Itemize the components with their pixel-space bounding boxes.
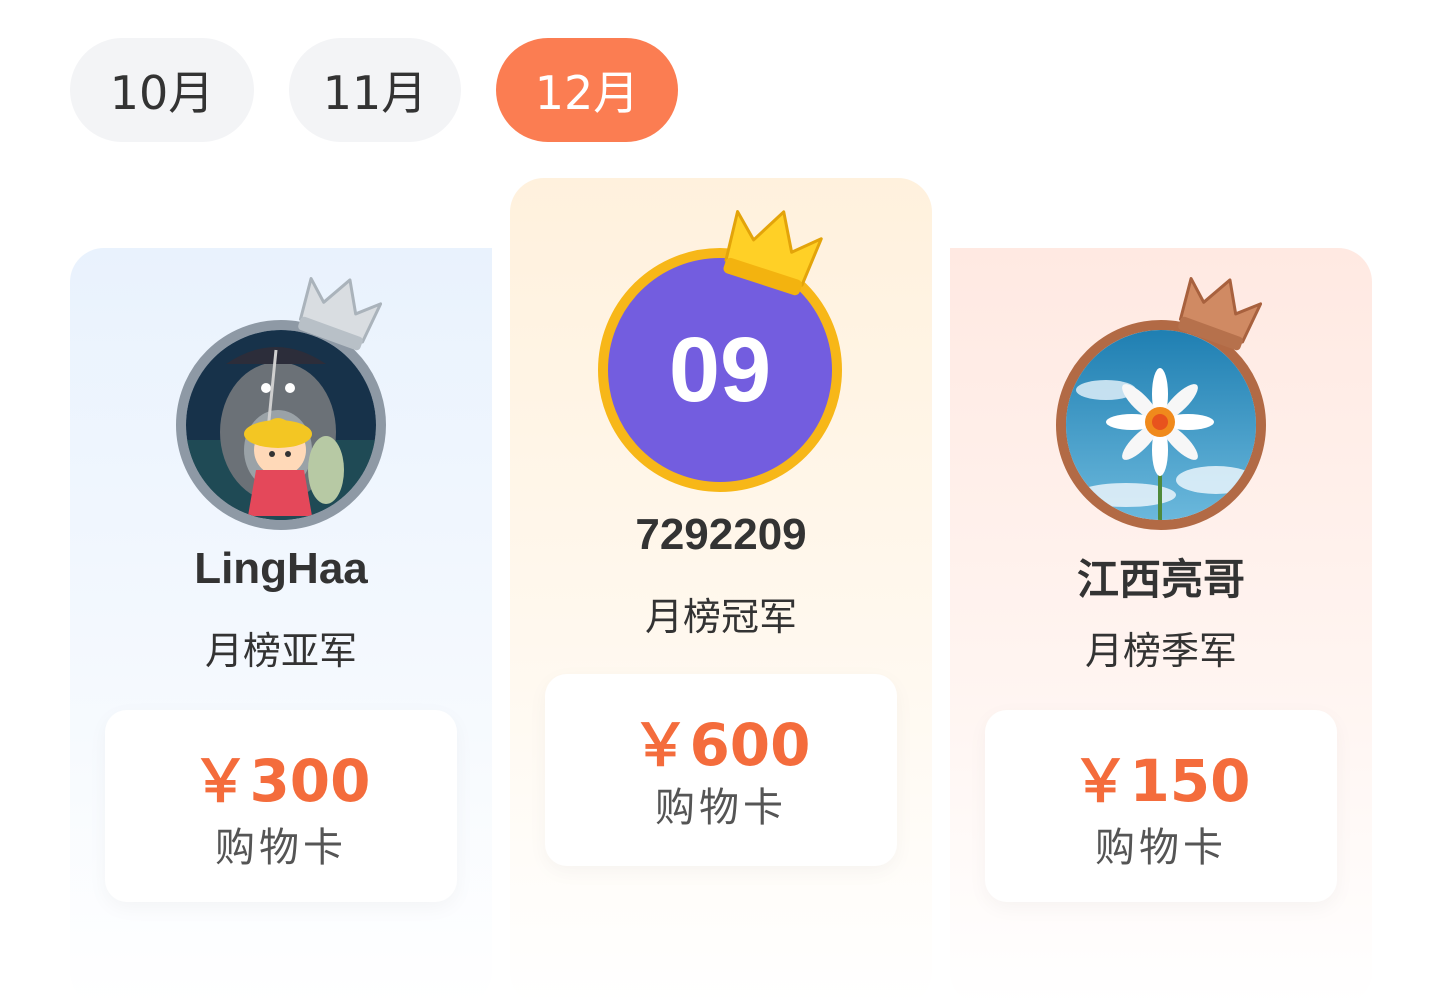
monthly-leaderboard: 10月 11月 12月 LingHaa 月榜亚军 ￥300 购物卡 09 729… [0, 0, 1440, 1006]
daisy-sky-avatar [1066, 330, 1256, 520]
third-place-prize: ￥150 购物卡 [985, 710, 1337, 902]
third-place-rank-label: 月榜季军 [1084, 629, 1237, 673]
tab-november[interactable]: 11月 [289, 38, 461, 142]
tab-december[interactable]: 12月 [496, 38, 678, 142]
champion-avatar-wrap: 09 [598, 210, 842, 492]
champion-rank-label: 月榜冠军 [644, 595, 797, 639]
third-place-prize-amount: ￥150 [1071, 747, 1251, 815]
tab-october[interactable]: 10月 [70, 38, 254, 142]
runner-up-rank-label: 月榜亚军 [204, 629, 357, 673]
champion-name: 7292209 [635, 510, 807, 559]
runner-up-prize: ￥300 购物卡 [105, 710, 457, 902]
runner-up-card[interactable]: LingHaa 月榜亚军 ￥300 购物卡 [70, 248, 492, 1006]
third-place-prize-label: 购物卡 [1095, 825, 1227, 871]
runner-up-name: LingHaa [194, 544, 368, 593]
third-place-card[interactable]: 江西亮哥 月榜季军 ￥150 购物卡 [950, 248, 1372, 1006]
cartoon-girl-totoro-avatar [186, 330, 376, 520]
champion-prize-label: 购物卡 [655, 785, 787, 831]
champion-card[interactable]: 09 7292209 月榜冠军 ￥600 购物卡 [510, 178, 932, 1006]
champion-prize-amount: ￥600 [631, 711, 811, 779]
third-place-avatar-wrap [1056, 277, 1266, 530]
gold-crown-icon [723, 210, 823, 296]
runner-up-prize-label: 购物卡 [215, 825, 347, 871]
champion-avatar-initials: 09 [668, 318, 772, 421]
silver-crown-icon [298, 277, 382, 351]
champion-prize: ￥600 购物卡 [545, 674, 897, 866]
bronze-crown-icon [1178, 277, 1262, 351]
runner-up-prize-amount: ￥300 [191, 747, 371, 815]
runner-up-avatar-wrap [176, 277, 386, 530]
third-place-name: 江西亮哥 [1076, 555, 1245, 604]
